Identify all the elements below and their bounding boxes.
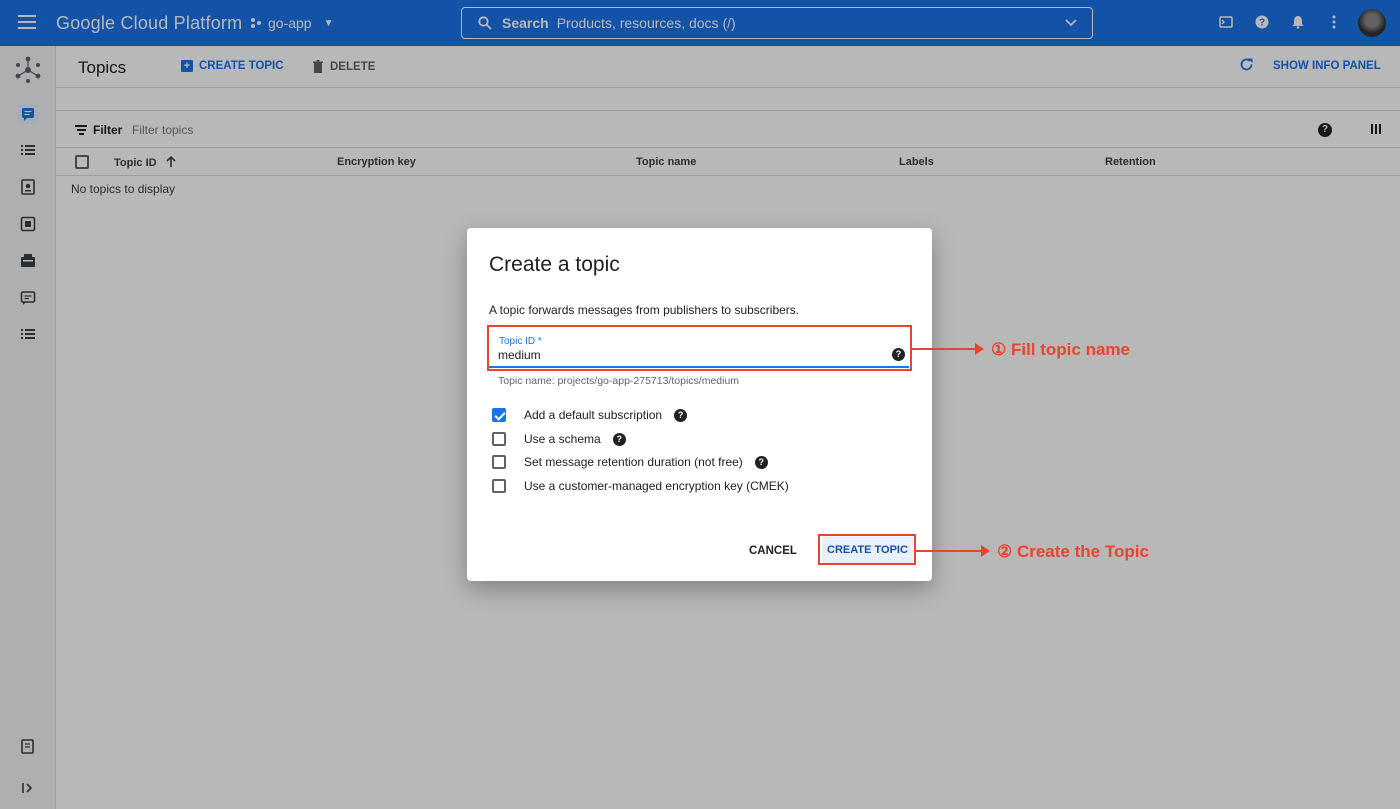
option-cmek[interactable]: Use a customer-managed encryption key (C… [492,478,789,494]
option-default-subscription[interactable]: Add a default subscription ? [492,407,688,423]
option-label: Add a default subscription [524,408,663,422]
cancel-button[interactable]: CANCEL [749,545,797,557]
checkbox[interactable] [492,432,506,446]
option-label: Use a schema [524,432,601,446]
annotation-step-1: ① Fill topic name [991,340,1130,359]
help-icon[interactable]: ? [612,432,626,446]
checkbox[interactable] [492,479,506,493]
option-label: Use a customer-managed encryption key (C… [524,479,789,493]
dialog-description: A topic forwards messages from publisher… [489,303,800,317]
option-use-schema[interactable]: Use a schema ? [492,431,626,447]
help-icon[interactable]: ? [754,455,768,469]
checkbox-checked[interactable] [492,408,506,422]
arrow-icon [912,343,984,355]
option-label: Set message retention duration (not free… [524,455,743,469]
topic-name-hint: Topic name: projects/go-app-275713/topic… [498,375,740,387]
option-message-retention[interactable]: Set message retention duration (not free… [492,454,768,470]
highlight-topic-field [487,325,912,371]
annotation-step-2: ② Create the Topic [997,542,1149,561]
dialog-title: Create a topic [489,253,620,276]
checkbox[interactable] [492,455,506,469]
create-topic-dialog: Create a topic A topic forwards messages… [467,228,932,581]
help-icon[interactable]: ? [674,408,688,422]
highlight-create-button [818,534,916,565]
arrow-icon [916,545,990,557]
